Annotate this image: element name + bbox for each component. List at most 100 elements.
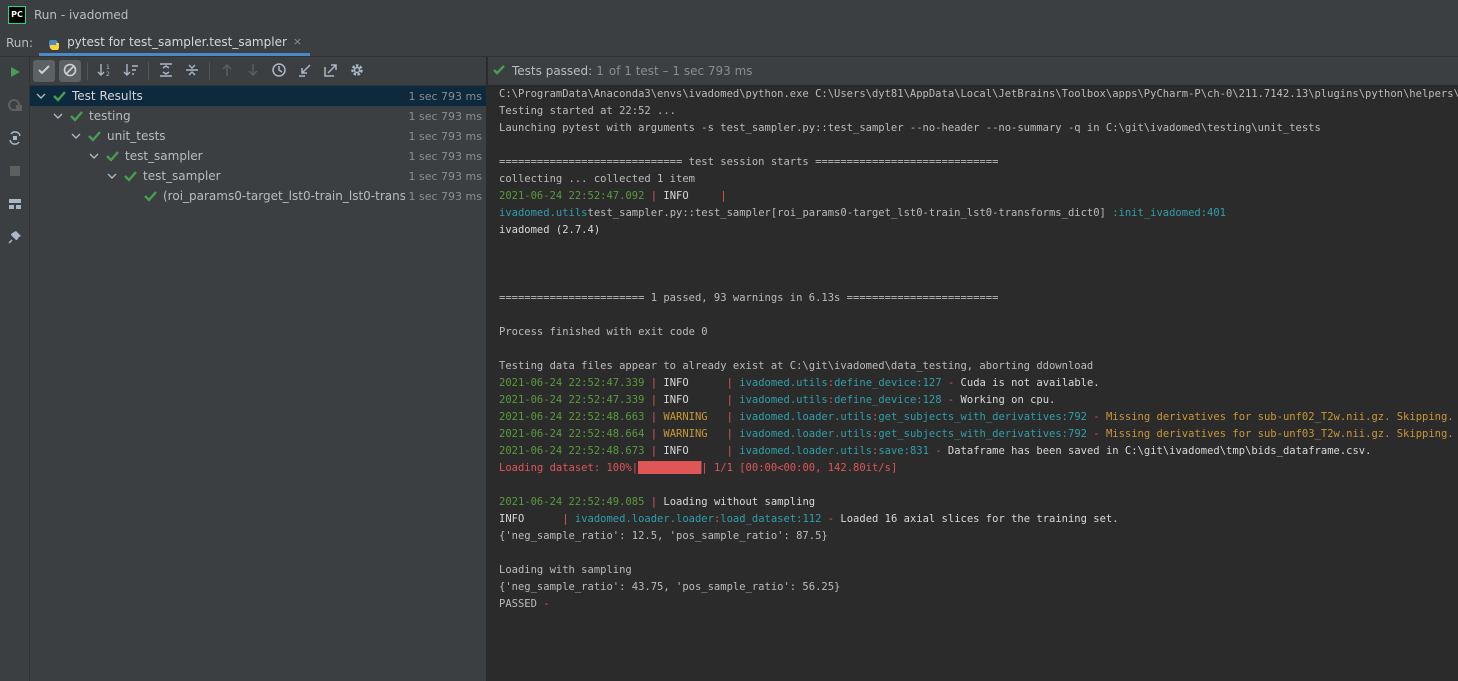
gear-icon [349,62,365,81]
import-icon [298,63,312,80]
auto-test-icon [7,130,23,149]
tree-node-test-results[interactable]: Test Results 1 sec 793 ms [30,86,486,106]
console-line-launching: Launching pytest with arguments -s test_… [499,122,1321,134]
rerun-failed-button[interactable] [0,90,29,123]
layout-icon [8,197,22,214]
console-log-line: 2021-06-24 22:52:47.339 | INFO | ivadome… [499,377,1100,389]
passed-check-icon [124,170,137,183]
passed-check-icon [70,110,83,123]
console-log-line: 2021-06-24 22:52:48.663 | WARNING | ivad… [499,411,1454,423]
console-line-exit-code: Process finished with exit code 0 [499,326,708,338]
expand-all-icon [159,62,173,80]
console-line-version: ivadomed (2.7.4) [499,224,601,236]
history-clock-icon [271,62,287,81]
show-ignored-button[interactable] [59,60,81,82]
console-line-passed-summary: ======================= 1 passed, 93 war… [499,292,999,304]
console-line-collecting: collecting ... collected 1 item [499,173,695,185]
tests-passed-detail: of 1 test – 1 sec 793 ms [608,64,753,78]
tree-node-label: (roi_params0-target_lst0-train_lst0-tran… [163,189,421,203]
tree-node-label: unit_tests [107,129,166,143]
progress-bar: ██████████ [638,462,702,474]
tree-node-label: test_sampler [143,169,221,183]
collapse-all-button[interactable] [181,60,203,82]
console-line-ratio-1: {'neg_sample_ratio': 12.5, 'pos_sample_r… [499,530,828,542]
tree-node-duration: 1 sec 793 ms [404,109,482,123]
sort-alpha-icon: 12 [97,63,113,80]
chevron-down-icon[interactable] [35,90,47,102]
tree-node-unit-tests[interactable]: unit_tests 1 sec 793 ms [30,126,486,146]
play-icon [8,65,22,82]
tests-passed-count: 1 [596,64,604,78]
console-log-line: 2021-06-24 22:52:47.339 | INFO | ivadome… [499,394,1056,406]
test-toolbar: 12 [30,57,486,86]
run-label: Run: [6,36,34,50]
tree-node-testing[interactable]: testing 1 sec 793 ms [30,106,486,126]
export-results-button[interactable] [320,60,342,82]
console-line-loading-progress: Loading dataset: 100%|██████████| 1/1 [0… [499,462,898,474]
check-icon [37,63,51,80]
run-sidebar [0,57,30,681]
next-failed-button[interactable] [242,60,264,82]
tree-node-test-sampler-module[interactable]: test_sampler 1 sec 793 ms [30,146,486,166]
rerun-failed-icon [7,97,23,116]
console-line-session-starts: ============================= test sessi… [499,156,999,168]
title-bar: PC Run - ivadomed [0,0,1458,30]
sort-duration-icon [123,63,139,80]
collapse-all-icon [185,63,199,80]
tree-node-test-sampler-function[interactable]: test_sampler 1 sec 793 ms [30,166,486,186]
console-line-loading-without: 2021-06-24 22:52:49.085 | Loading withou… [499,496,816,508]
tree-node-label: test_sampler [125,149,203,163]
chevron-down-icon[interactable] [88,150,100,162]
console-output[interactable]: C:\ProgramData\Anaconda3\envs\ivadomed\p… [488,86,1458,681]
stop-button[interactable] [0,156,29,189]
tree-node-label: testing [89,109,131,123]
passed-check-icon [492,63,506,80]
tree-node-duration: 1 sec 793 ms [404,149,482,163]
sort-alphabetically-button[interactable]: 12 [94,60,116,82]
tree-node-duration: 1 sec 793 ms [404,129,482,143]
tree-node-label: Test Results [72,89,143,103]
toolbar-divider [148,62,149,80]
stop-icon [9,165,21,180]
passed-check-icon [53,90,66,103]
show-passed-button[interactable] [33,60,55,82]
expand-all-button[interactable] [155,60,177,82]
chevron-down-icon[interactable] [70,130,82,142]
rerun-button[interactable] [0,57,29,90]
test-results-tree: Test Results 1 sec 793 ms testing 1 sec … [30,86,487,681]
sort-by-duration-button[interactable] [120,60,142,82]
export-icon [324,63,338,80]
layout-button[interactable] [0,189,29,222]
svg-text:1: 1 [106,64,110,71]
console-log-line: 2021-06-24 22:52:48.673 | INFO | ivadome… [499,445,1372,457]
console-line-ratio-2: {'neg_sample_ratio': 43.75, 'pos_sample_… [499,581,841,593]
settings-button[interactable] [346,60,368,82]
tab-pytest-run[interactable]: pytest for test_sampler.test_sampler × [39,29,311,56]
console-line-log-init: 2021-06-24 22:52:47.092 | INFO | [499,190,727,202]
console-line-passed: PASSED - [499,598,550,610]
previous-failed-button[interactable] [216,60,238,82]
ignored-icon [63,63,77,80]
close-icon[interactable]: × [293,29,302,55]
tree-node-duration: 1 sec 793 ms [404,169,482,183]
test-history-button[interactable] [268,60,290,82]
chevron-down-icon[interactable] [52,110,64,122]
console-line-command: C:\ProgramData\Anaconda3\envs\ivadomed\p… [499,88,1458,100]
passed-check-icon [88,130,101,143]
import-tests-button[interactable] [294,60,316,82]
test-status-bar: Tests passed: 1 of 1 test – 1 sec 793 ms [488,57,1458,85]
console-line-loading-with: Loading with sampling [499,564,632,576]
chevron-down-icon[interactable] [106,170,118,182]
tab-label: pytest for test_sampler.test_sampler [67,34,287,49]
toggle-auto-test-button[interactable] [0,123,29,156]
toolbar-divider [87,62,88,80]
window-title: Run - ivadomed [34,8,129,22]
tree-node-test-case[interactable]: (roi_params0-target_lst0-train_lst0-tran… [30,186,486,206]
arrow-up-icon [220,63,234,80]
tests-passed-label: Tests passed: [512,64,593,78]
pin-tab-button[interactable] [0,222,29,255]
tree-node-duration: 1 sec 793 ms [404,89,482,103]
passed-check-icon [144,190,157,203]
console-line-started: Testing started at 22:52 ... [499,105,677,117]
console-line-loaded-slices: INFO | ivadomed.loader.loader:load_datas… [499,513,1119,525]
